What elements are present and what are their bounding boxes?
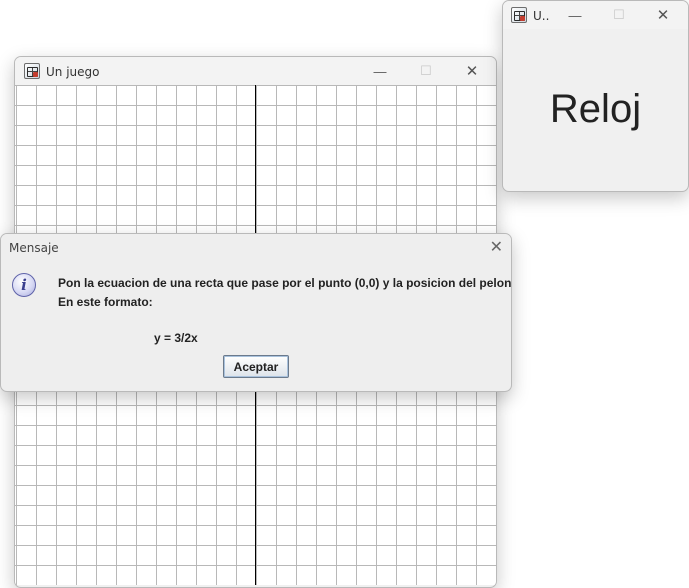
clock-window: U.. — ☐ ✕ Reloj (502, 0, 689, 192)
minimize-button[interactable]: — (358, 60, 402, 82)
maximize-button[interactable]: ☐ (597, 4, 641, 26)
dialog-message-line1: Pon la ecuacion de una recta que pase po… (58, 276, 512, 290)
message-dialog: Mensaje ✕ i Pon la ecuacion de una recta… (0, 233, 512, 392)
close-button[interactable]: ✕ (450, 60, 494, 82)
java-app-icon (24, 63, 40, 79)
accept-button[interactable]: Aceptar (223, 355, 289, 378)
java-app-icon (511, 7, 527, 23)
close-button[interactable]: ✕ (641, 4, 685, 26)
maximize-button[interactable]: ☐ (404, 60, 448, 82)
clock-window-titlebar[interactable]: U.. — ☐ ✕ (503, 1, 688, 29)
dialog-example-equation: y = 3/2x (154, 331, 198, 345)
game-window-titlebar[interactable]: Un juego — ☐ ✕ (15, 57, 496, 85)
clock-window-title: U.. (533, 9, 550, 23)
dialog-title: Mensaje (9, 241, 59, 255)
game-window-title: Un juego (46, 65, 100, 79)
minimize-button[interactable]: — (553, 4, 597, 26)
information-icon: i (12, 273, 36, 297)
close-icon[interactable]: ✕ (490, 237, 503, 257)
dialog-titlebar[interactable]: Mensaje ✕ (1, 234, 511, 260)
clock-label: Reloj (549, 87, 642, 131)
dialog-message-line2: En este formato: (58, 295, 153, 309)
